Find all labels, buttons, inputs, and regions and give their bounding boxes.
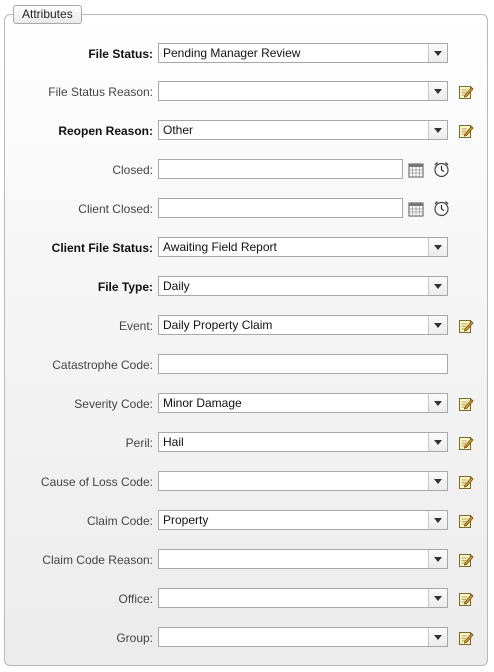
field-row-closed: Closed: [0,159,494,181]
client-closed-label: Client Closed: [78,202,153,216]
group-select[interactable] [158,627,448,647]
event-label: Event: [118,319,153,333]
chevron-down-icon[interactable] [428,316,447,334]
event-select[interactable]: Daily Property Claim [158,315,448,335]
file-status-reason-select[interactable] [158,81,448,101]
closed-label: Closed: [112,163,153,177]
catastrophe-code-label: Catastrophe Code: [52,358,153,372]
closed-date-input[interactable] [158,159,403,179]
severity-code-value: Minor Damage [163,396,242,410]
reopen-reason-value: Other [163,123,194,137]
edit-note-icon[interactable] [458,318,474,334]
claim-code-value: Property [163,513,209,527]
severity-code-label: Severity Code: [74,397,153,411]
cause-of-loss-code-select[interactable] [158,471,448,491]
field-row-event: Event: Daily Property Claim [0,315,494,337]
peril-label: Peril: [125,436,153,450]
file-status-select[interactable]: Pending Manager Review [158,43,448,63]
severity-code-select[interactable]: Minor Damage [158,393,448,413]
file-status-reason-label: File Status Reason: [48,85,153,99]
claim-code-reason-label: Claim Code Reason: [42,553,153,567]
field-row-cause-of-loss-code: Cause of Loss Code: [0,471,494,493]
field-row-file-type: File Type: Daily [0,276,494,298]
field-row-client-closed: Client Closed: [0,198,494,220]
chevron-down-icon[interactable] [428,44,447,62]
reopen-reason-label: Reopen Reason: [58,124,153,138]
edit-note-icon[interactable] [458,396,474,412]
edit-note-icon[interactable] [458,630,474,646]
edit-note-icon[interactable] [458,513,474,529]
field-row-file-status: File Status: Pending Manager Review [0,43,494,65]
chevron-down-icon[interactable] [428,394,447,412]
clock-icon[interactable] [433,161,450,178]
chevron-down-icon[interactable] [428,511,447,529]
claim-code-label: Claim Code: [86,514,153,528]
chevron-down-icon[interactable] [428,277,447,295]
calendar-icon[interactable] [408,201,424,217]
chevron-down-icon[interactable] [428,82,447,100]
client-file-status-value: Awaiting Field Report [163,240,277,254]
edit-note-icon[interactable] [458,591,474,607]
catastrophe-code-input[interactable] [158,354,448,374]
file-status-value: Pending Manager Review [163,46,301,60]
client-file-status-label: Client File Status: [51,241,153,255]
clock-icon[interactable] [433,200,450,217]
file-status-label: File Status: [88,47,153,61]
reopen-reason-select[interactable]: Other [158,120,448,140]
chevron-down-icon[interactable] [428,628,447,646]
claim-code-select[interactable]: Property [158,510,448,530]
field-row-severity-code: Severity Code: Minor Damage [0,393,494,415]
peril-value: Hail [163,435,184,449]
field-row-catastrophe-code: Catastrophe Code: [0,354,494,376]
chevron-down-icon[interactable] [428,589,447,607]
claim-code-reason-select[interactable] [158,549,448,569]
field-row-claim-code: Claim Code: Property [0,510,494,532]
edit-note-icon[interactable] [458,123,474,139]
file-type-select[interactable]: Daily [158,276,448,296]
file-type-value: Daily [163,279,190,293]
peril-select[interactable]: Hail [158,432,448,452]
edit-note-icon[interactable] [458,435,474,451]
event-value: Daily Property Claim [163,318,273,332]
attributes-legend: Attributes [13,5,82,24]
field-row-group: Group: [0,627,494,649]
edit-note-icon[interactable] [458,474,474,490]
chevron-down-icon[interactable] [428,121,447,139]
file-type-label: File Type: [97,280,153,294]
client-file-status-select[interactable]: Awaiting Field Report [158,237,448,257]
field-row-file-status-reason: File Status Reason: [0,81,494,103]
edit-note-icon[interactable] [458,84,474,100]
chevron-down-icon[interactable] [428,472,447,490]
chevron-down-icon[interactable] [428,238,447,256]
chevron-down-icon[interactable] [428,433,447,451]
client-closed-date-input[interactable] [158,198,403,218]
office-select[interactable] [158,588,448,608]
edit-note-icon[interactable] [458,552,474,568]
field-row-claim-code-reason: Claim Code Reason: [0,549,494,571]
cause-of-loss-code-label: Cause of Loss Code: [40,475,153,489]
calendar-icon[interactable] [408,162,424,178]
field-row-reopen-reason: Reopen Reason: Other [0,120,494,142]
field-row-office: Office: [0,588,494,610]
field-row-client-file-status: Client File Status: Awaiting Field Report [0,237,494,259]
chevron-down-icon[interactable] [428,550,447,568]
office-label: Office: [118,592,153,606]
group-label: Group: [116,631,153,645]
field-row-peril: Peril: Hail [0,432,494,454]
